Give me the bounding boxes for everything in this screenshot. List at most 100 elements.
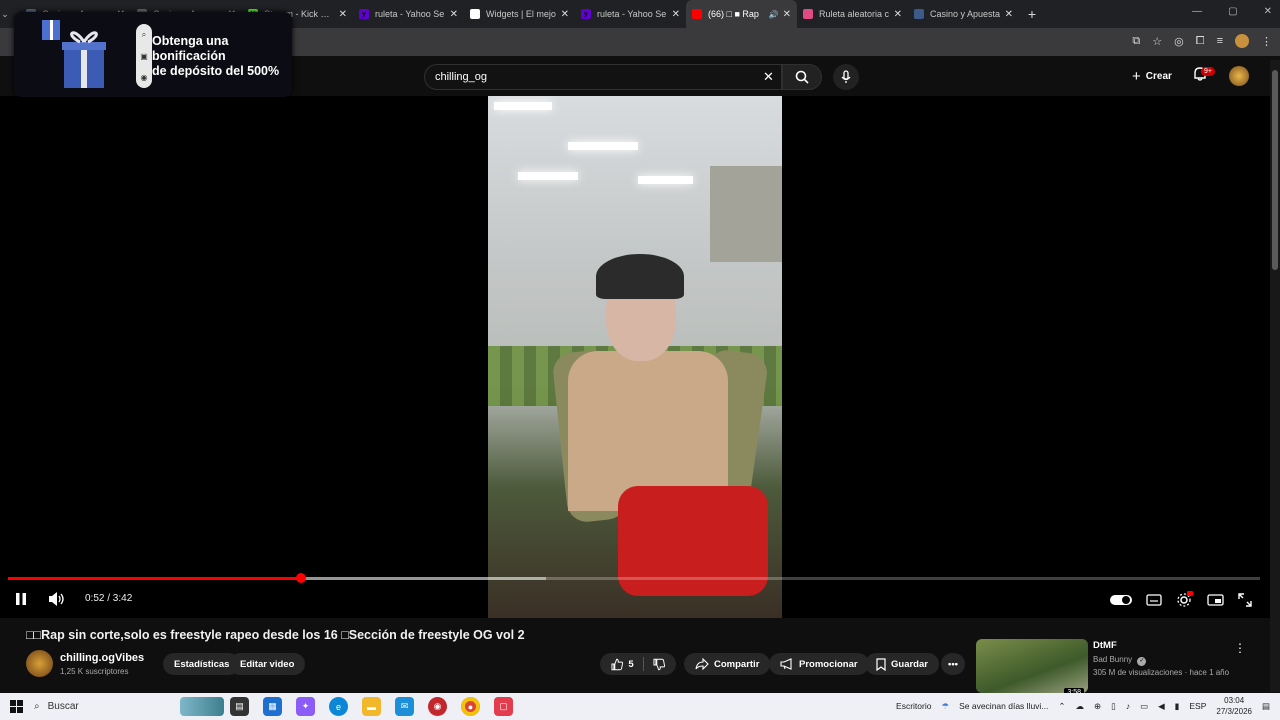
like-dislike-group: 5	[600, 653, 676, 675]
scrollbar-thumb[interactable]	[1272, 70, 1278, 270]
voice-search-button[interactable]	[833, 64, 859, 90]
video-player[interactable]	[0, 96, 1270, 618]
maximize-icon[interactable]: ▢	[1228, 6, 1237, 17]
browser-menu-icon[interactable]: ⋮	[1261, 35, 1272, 48]
thumbs-up-icon[interactable]	[611, 658, 624, 671]
pause-icon[interactable]	[15, 592, 27, 606]
clear-search-icon[interactable]: ✕	[763, 69, 774, 85]
close-tab-icon[interactable]: ✕	[894, 9, 902, 20]
casino-ad-popup[interactable]: ⌕ ▣ ◉ Obtenga una bonificación de depósi…	[14, 12, 292, 97]
tab-audio-icon[interactable]: 🔊	[769, 10, 779, 19]
scrubber-handle[interactable]	[295, 573, 306, 583]
chrome-icon[interactable]: ●	[461, 697, 480, 716]
poster	[710, 166, 782, 262]
weather-text[interactable]: Se avecinan días lluvi...	[959, 701, 1048, 711]
extension-icon[interactable]: ◎	[1174, 35, 1184, 48]
ad-sidebar: ⌕ ▣ ◉	[136, 24, 152, 88]
channel-name[interactable]: chilling.ogVibes	[60, 652, 144, 664]
copilot-icon[interactable]: ✦	[296, 697, 315, 716]
verified-icon: ✓	[1137, 657, 1147, 666]
chevron-up-icon[interactable]: ⌃	[1058, 701, 1065, 712]
close-tab-icon[interactable]: ✕	[561, 9, 569, 20]
page-scrollbar[interactable]	[1270, 60, 1280, 692]
tab-title: ruleta - Yahoo Se	[375, 9, 445, 19]
bookmark-star-icon[interactable]: ☆	[1152, 35, 1162, 48]
subtitles-icon[interactable]	[1146, 593, 1162, 606]
megaphone-icon	[780, 658, 792, 670]
tab-title: Widgets | El mejo	[486, 9, 556, 19]
profile-avatar[interactable]	[1235, 34, 1249, 48]
install-app-icon[interactable]: ⧉	[1132, 35, 1140, 48]
share-icon	[695, 658, 709, 670]
notification-center-icon[interactable]: ▤	[1262, 701, 1270, 712]
search-icon[interactable]: ⌕	[142, 30, 146, 40]
close-window-icon[interactable]: ✕	[1264, 6, 1272, 17]
browser-tab[interactable]: y ruleta - Yahoo Se ✕	[353, 0, 464, 28]
recommendation-title[interactable]: DtMF	[1093, 640, 1117, 651]
recording-app-icon[interactable]: ▢	[494, 697, 513, 716]
account-avatar[interactable]	[1229, 66, 1249, 86]
speaker-icon[interactable]: ◀	[1158, 701, 1165, 712]
file-explorer-icon[interactable]: ▬	[362, 697, 381, 716]
browser-tab[interactable]: (66) □ ■ Rap 🔊 ✕	[686, 0, 797, 28]
autoplay-toggle-icon[interactable]	[1110, 594, 1132, 606]
new-tab-button[interactable]: +	[1019, 6, 1045, 22]
edit-video-button[interactable]: Editar video	[229, 653, 306, 675]
volume-icon[interactable]	[48, 591, 65, 607]
theater-mode-icon[interactable]	[1207, 593, 1224, 606]
promote-label: Promocionar	[799, 658, 858, 670]
player-controls: 0:52 / 3:42	[0, 588, 1270, 612]
settings-gear-icon[interactable]	[1176, 591, 1193, 608]
window-controls: — ▢ ✕	[1192, 6, 1272, 17]
network-icon[interactable]: ▭	[1140, 701, 1148, 712]
puzzle-icon[interactable]: ⧠	[1196, 35, 1205, 48]
device-icon[interactable]: ▯	[1111, 701, 1116, 712]
browser-tab[interactable]: Ruleta aleatoria c ✕	[797, 0, 908, 28]
close-tab-icon[interactable]: ✕	[450, 9, 458, 20]
video-progress-bar[interactable]	[8, 573, 1260, 583]
thumbs-down-icon[interactable]	[653, 658, 665, 671]
browser-tab[interactable]: Casino y Apuesta ✕	[908, 0, 1019, 28]
cloud-icon[interactable]: ☁	[1076, 701, 1085, 712]
app-icon[interactable]: ◉	[428, 697, 447, 716]
gift-box-icon	[42, 20, 106, 88]
save-button[interactable]: Guardar	[865, 653, 939, 675]
security-icon[interactable]: ⊕	[1094, 701, 1101, 712]
like-count[interactable]: 5	[628, 659, 633, 670]
tab-search-icon[interactable]: ⌄	[0, 9, 10, 20]
taskbar-search[interactable]: ⌕ Buscar	[34, 696, 224, 717]
tab-favicon-icon: y	[359, 9, 369, 19]
channel-avatar[interactable]	[26, 650, 53, 677]
create-button[interactable]: + Crear	[1124, 64, 1180, 88]
promote-button[interactable]: Promocionar	[769, 653, 869, 675]
desktop-label[interactable]: Escritorio	[896, 701, 931, 711]
search-button[interactable]	[782, 64, 822, 90]
clock[interactable]: 03:04 27/3/2026	[1216, 695, 1252, 717]
edge-icon[interactable]: e	[329, 697, 348, 716]
share-button[interactable]: Compartir	[684, 653, 771, 675]
close-tab-icon[interactable]: ✕	[672, 9, 680, 20]
recommendation-thumbnail[interactable]: 3:58	[976, 639, 1088, 697]
mail-icon[interactable]: ✉	[395, 697, 414, 716]
time-display: 0:52 / 3:42	[85, 593, 133, 604]
browser-tab[interactable]: y ruleta - Yahoo Se ✕	[575, 0, 686, 28]
minimize-icon[interactable]: —	[1192, 6, 1202, 17]
search-input[interactable]: chilling_og	[424, 64, 782, 90]
task-view-icon[interactable]: ▤	[230, 697, 249, 716]
recommendation-artist-name: Bad Bunny	[1093, 655, 1133, 664]
microsoft-store-icon[interactable]: ▦	[263, 697, 282, 716]
close-tab-icon[interactable]: ✕	[783, 9, 791, 20]
microphone-icon[interactable]: ♪	[1126, 701, 1130, 711]
language-indicator[interactable]: ESP	[1189, 701, 1206, 711]
notification-badge: 9+	[1201, 67, 1215, 76]
more-vertical-icon[interactable]: ⋮	[1234, 641, 1246, 655]
battery-icon[interactable]: ▮	[1175, 701, 1180, 712]
close-tab-icon[interactable]: ✕	[1005, 9, 1013, 20]
browser-tab[interactable]: Widgets | El mejo ✕	[464, 0, 575, 28]
fullscreen-icon[interactable]	[1238, 592, 1252, 607]
more-actions-button[interactable]: •••	[941, 653, 965, 675]
windows-start-icon[interactable]	[10, 700, 23, 713]
media-control-icon[interactable]: ≡	[1217, 35, 1223, 47]
close-tab-icon[interactable]: ✕	[339, 9, 347, 20]
recommendation-artist[interactable]: Bad Bunny ✓	[1093, 655, 1147, 666]
